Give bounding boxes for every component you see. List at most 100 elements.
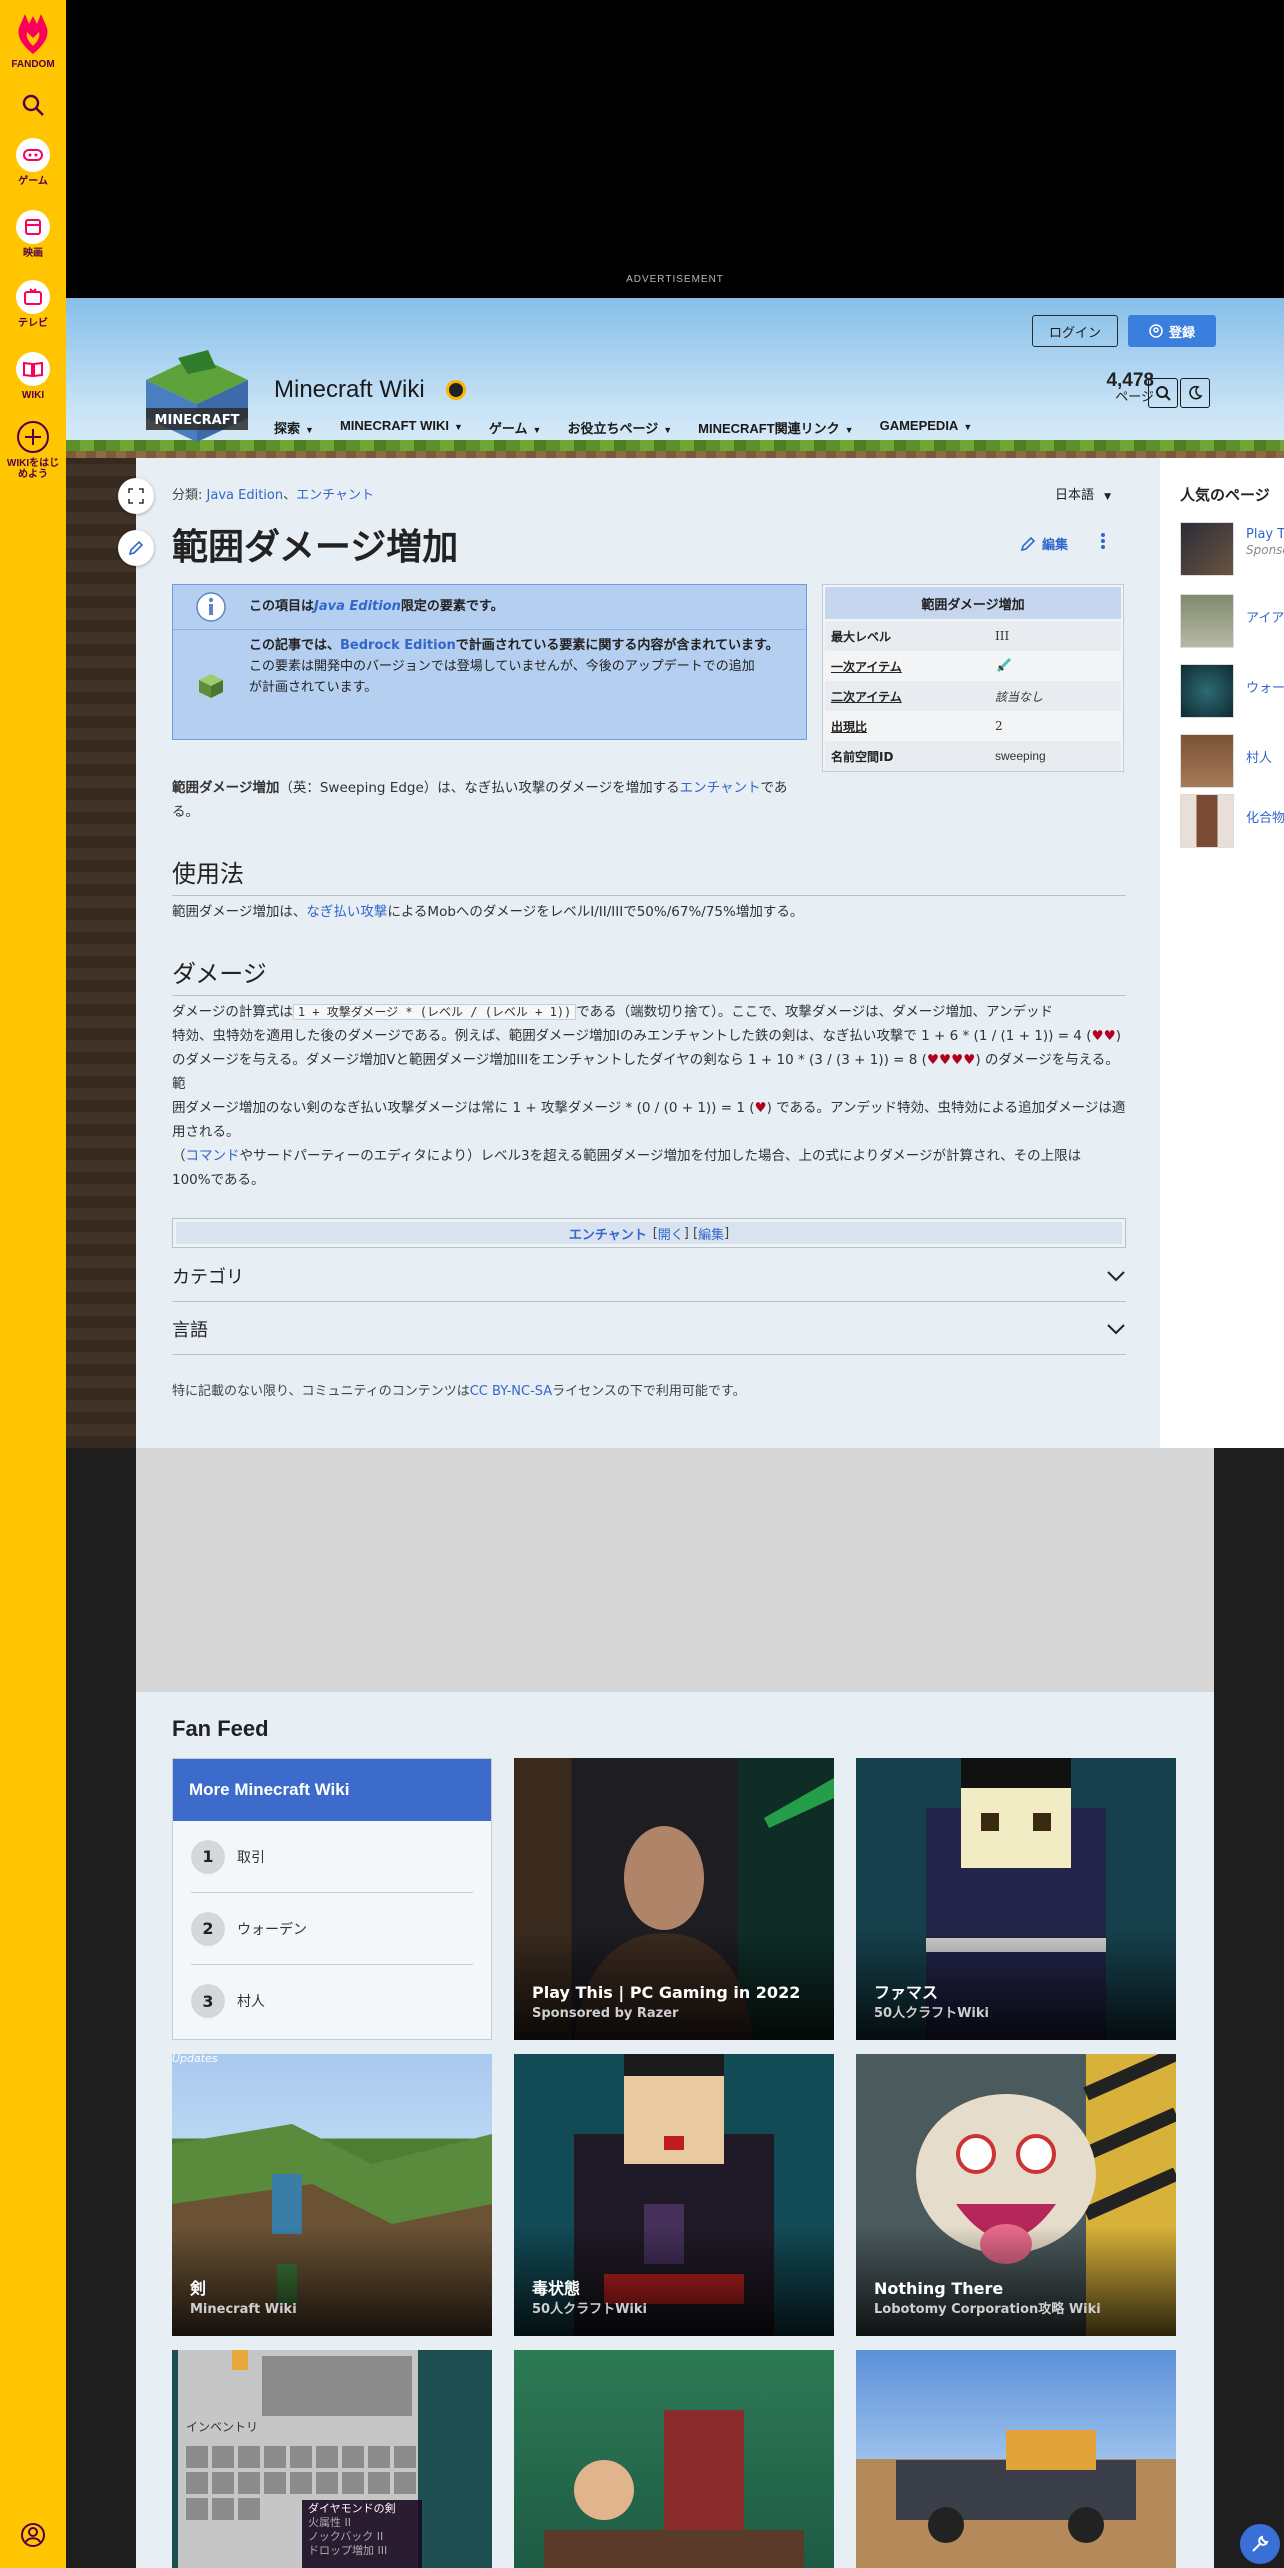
infobox-key-link[interactable]: 一次アイテム [825, 658, 995, 675]
infobox-key-link[interactable]: 名前空間ID [825, 748, 995, 765]
nav-game[interactable]: ゲーム ▼ [489, 418, 542, 437]
edit-button[interactable]: 編集 [1020, 534, 1068, 553]
fandom-logo[interactable]: FANDOM [0, 10, 66, 70]
popular-item-title: Play This | PC Gaming [1246, 527, 1284, 542]
rail-user[interactable] [0, 2522, 66, 2551]
rail-item-movies[interactable]: 映画 [0, 210, 66, 259]
sword-icon[interactable] [995, 656, 1013, 674]
nav-useful-pages-label: お役立ちページ [567, 421, 659, 436]
language-selector[interactable]: 日本語 ▼ [1055, 484, 1111, 503]
nav-game-label: ゲーム [488, 421, 528, 436]
fan-feed-card[interactable] [856, 2350, 1176, 2568]
login-button[interactable]: ログイン [1032, 315, 1118, 347]
notice1-link[interactable]: Java Edition [314, 599, 401, 614]
minecraft-wiki-logo[interactable]: MINECRAFT [138, 348, 256, 444]
search-icon [1156, 386, 1171, 401]
edition-notice: この項目はJava Edition限定の要素です。 この記事では、Bedrock… [172, 584, 807, 740]
chevron-down-icon [1107, 1323, 1125, 1334]
fandom-heart-icon [18, 14, 48, 54]
rail-start-wiki[interactable]: WIKIをはじめよう [0, 420, 66, 480]
license-link[interactable]: CC BY-NC-SA [470, 1384, 552, 1399]
categories-section[interactable]: カテゴリ [172, 1250, 1126, 1302]
popular-item[interactable]: 村人 [1180, 734, 1284, 788]
popular-item-title: 村人 [1246, 751, 1273, 766]
popular-item[interactable]: 化合物作成機 [1180, 794, 1284, 848]
nav-gamepedia[interactable]: GAMEPEDIA ▼ [880, 418, 973, 437]
film-icon [25, 219, 41, 235]
card-title: 毒状態 [532, 2279, 581, 2298]
inventory-label: インベントリ [186, 2420, 259, 2434]
more-wiki-item[interactable]: 3 村人 [191, 1965, 473, 2037]
fandom-brand-label: FANDOM [11, 59, 55, 70]
navbox-open-link[interactable]: 開く [658, 1224, 684, 1243]
category-bar: 分類: Java Edition、エンチャント [172, 484, 374, 503]
side-edit-button[interactable] [118, 530, 154, 566]
navbox-enchantment: エンチャント [開く] [編集] [172, 1218, 1126, 1248]
theme-toggle-button[interactable] [1180, 378, 1210, 408]
navbox-edit-link[interactable]: 編集 [698, 1224, 724, 1243]
popular-item[interactable]: アイアンゴーレム [1180, 594, 1284, 648]
usage-link-sweep[interactable]: なぎ払い攻撃 [306, 904, 387, 920]
more-wiki-box: More Minecraft Wiki 1 取引 2 ウォーデン 3 村人 [172, 1758, 492, 2040]
damage-p2-line2: 100%である。 [172, 1172, 265, 1188]
wiki-badge-icon [446, 380, 466, 400]
fan-feed-card[interactable]: 毒状態 50人クラフトWiki [514, 2054, 834, 2336]
rail-label-start-wiki: WIKIをはじめよう [6, 458, 60, 480]
infobox-key-link[interactable]: 出現比 [825, 718, 995, 735]
popular-item[interactable]: Play This | PC GamingSponsored [1180, 522, 1284, 576]
mid-advertisement [136, 1448, 1214, 1692]
search-icon [22, 94, 44, 116]
usage-paragraph: 範囲ダメージ増加は、なぎ払い攻撃によるMobへのダメージをレベルI/II/III… [172, 900, 803, 924]
navbox-title-link[interactable]: エンチャント [569, 1224, 647, 1243]
rail-label-games: ゲーム [18, 176, 48, 187]
nav-minecraft-wiki[interactable]: MINECRAFT WIKI ▼ [340, 418, 463, 437]
damage-p2-link-command[interactable]: コマンド [186, 1148, 240, 1164]
notice2-line2: この要素は開発中のバージョンでは登場していませんが、今後のアップデートでの追加 [249, 659, 755, 674]
tooltip-title: ダイヤモンドの剣 [308, 2502, 396, 2515]
nav-gamepedia-label: GAMEPEDIA [879, 418, 959, 433]
card-title: 剣 [190, 2279, 207, 2298]
nav-explore[interactable]: 探索 ▼ [274, 418, 314, 437]
tools-button[interactable] [1240, 2524, 1280, 2564]
notice2-link[interactable]: Bedrock Edition [340, 638, 456, 653]
header-search-button[interactable] [1148, 378, 1178, 408]
intro-line2: る。 [172, 804, 199, 820]
damage-paragraph-1: ダメージの計算式は 1 + 攻撃ダメージ * (レベル / (レベル + 1)) で… [172, 1000, 1132, 1144]
nav-useful-pages[interactable]: お役立ちページ ▼ [567, 418, 672, 437]
nav-related-links-label: MINECRAFT関連リンク [698, 421, 840, 436]
more-actions-button[interactable] [1100, 532, 1108, 554]
fan-feed-card[interactable]: インベントリ ダイヤモンドの剣 火属性 II ノックバック II ドロップ増加 … [172, 2350, 492, 2568]
intro-link-enchantment[interactable]: エンチャント [680, 780, 761, 796]
signup-button[interactable]: 登録 [1128, 315, 1216, 347]
fan-feed-card[interactable]: Updates 剣 Minecraft Wiki [172, 2054, 492, 2336]
more-wiki-item[interactable]: 2 ウォーデン [191, 1893, 473, 1965]
info-icon [173, 585, 249, 629]
nav-related-links[interactable]: MINECRAFT関連リンク ▼ [698, 418, 853, 437]
more-wiki-item[interactable]: 1 取引 [191, 1821, 473, 1893]
popular-thumb [1180, 522, 1234, 576]
categories-label: 分類: [172, 488, 203, 503]
languages-section[interactable]: 言語 [172, 1303, 1126, 1355]
fan-feed-card[interactable] [514, 2350, 834, 2568]
fan-feed-card[interactable]: ファマス 50人クラフトWiki [856, 1758, 1176, 2040]
wiki-header: MINECRAFT Minecraft Wiki 探索 ▼ MINECRAFT W… [66, 298, 1284, 458]
usage-pre: 範囲ダメージ増加は、 [172, 904, 307, 920]
popular-item[interactable]: ウォーデン [1180, 664, 1284, 718]
category-java-edition[interactable]: Java Edition [207, 488, 284, 503]
heart-icons: ♥♥ [1091, 1028, 1116, 1044]
book-icon [23, 361, 43, 377]
fan-feed-card[interactable]: Nothing There Lobotomy Corporation攻略 Wiki [856, 2054, 1176, 2336]
rail-search[interactable] [0, 88, 66, 126]
rail-label-wiki: WIKI [21, 390, 45, 401]
rail-item-tv[interactable]: テレビ [0, 280, 66, 329]
rail-item-games[interactable]: ゲーム [0, 138, 66, 187]
fan-feed-card[interactable]: Play This | PC Gaming in 2022 Sponsored b… [514, 1758, 834, 2040]
tooltip-line: ドロップ増加 III [308, 2544, 388, 2557]
infobox-key: 最大レベル [831, 629, 892, 644]
fullscreen-button[interactable] [118, 478, 154, 514]
category-enchantment[interactable]: エンチャント [296, 488, 374, 503]
wiki-name[interactable]: Minecraft Wiki [274, 376, 425, 404]
popular-thumb [1180, 594, 1234, 648]
infobox-key-link[interactable]: 二次アイテム [825, 688, 995, 705]
rail-item-wiki[interactable]: WIKI [0, 352, 66, 401]
